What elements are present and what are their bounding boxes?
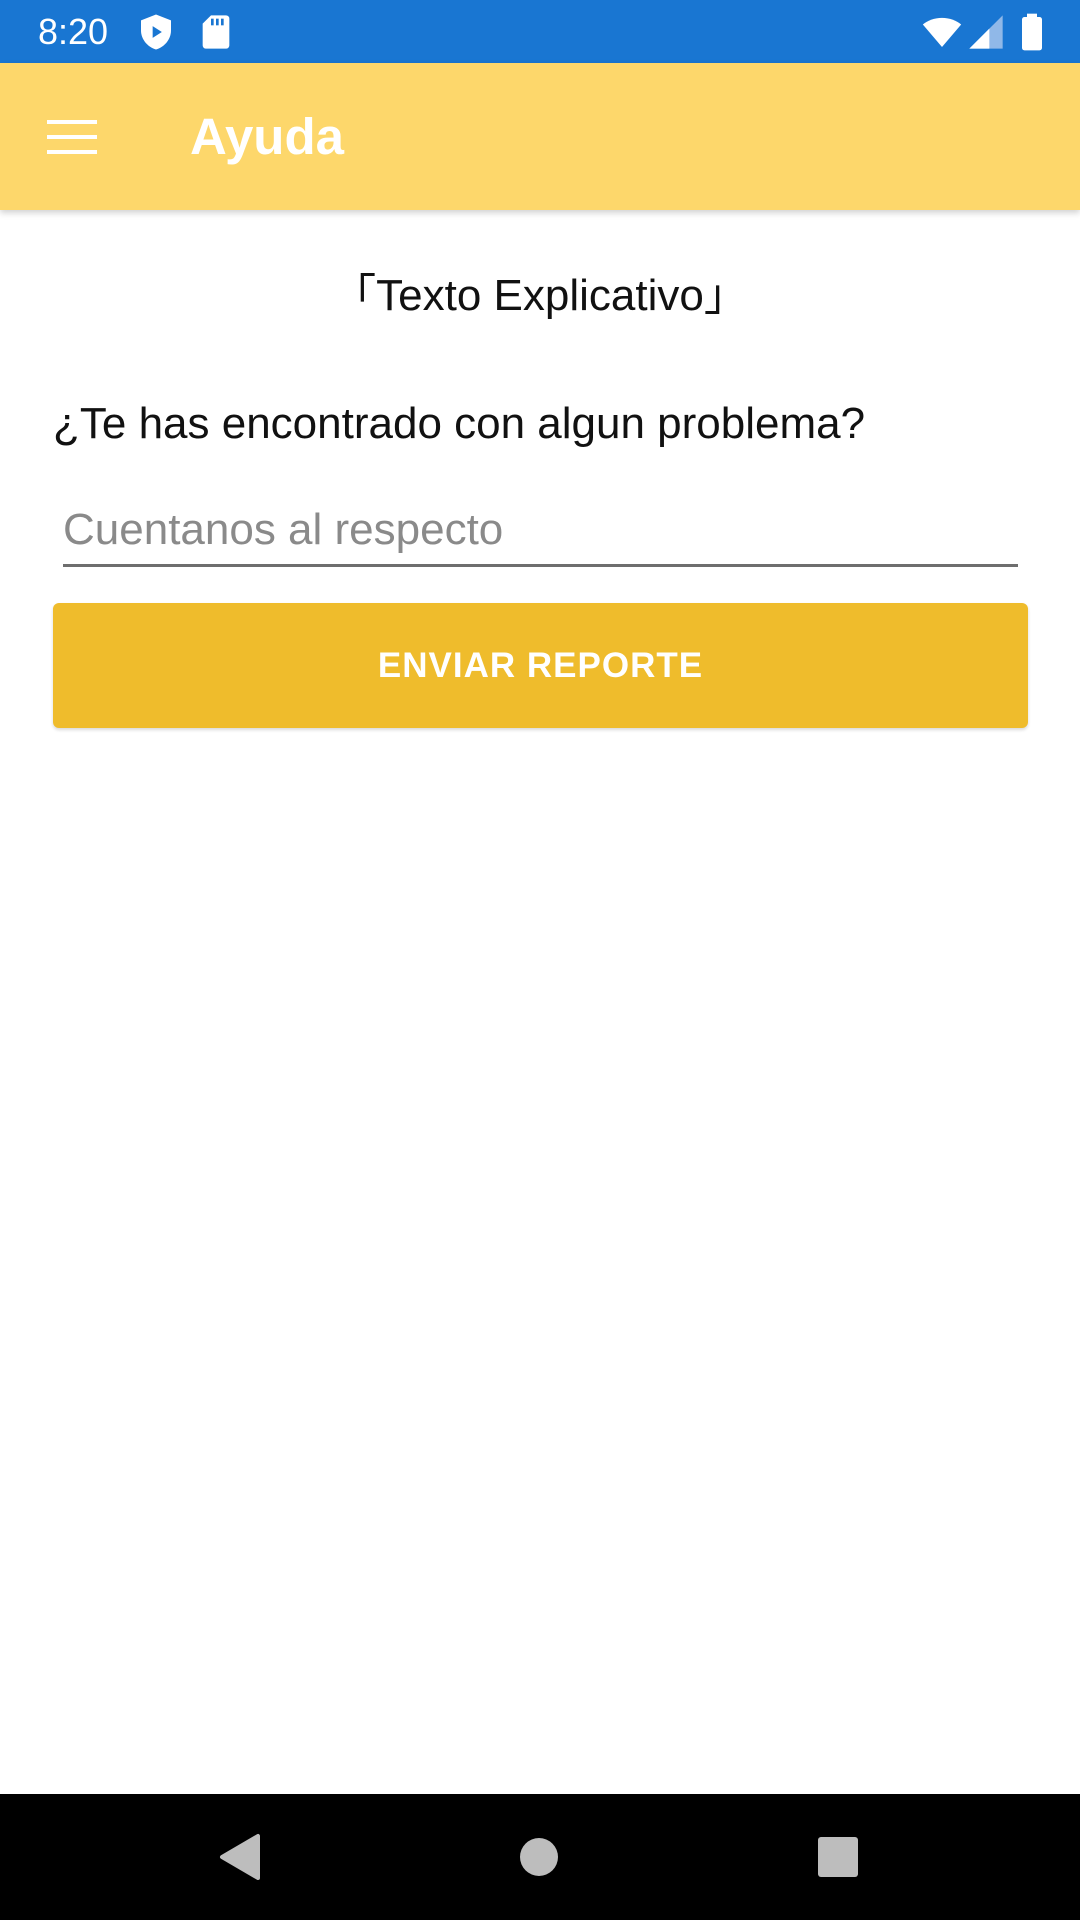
recents-button[interactable] (803, 1822, 873, 1892)
send-report-button[interactable]: ENVIAR REPORTE (53, 603, 1028, 728)
question-label: ¿Te has encontrado con algun problema? (53, 399, 866, 448)
help-content: 「Texto Explicativo」 ¿Te has encontrado c… (0, 210, 1080, 1794)
battery-icon (1012, 12, 1052, 52)
navigation-bar (0, 1794, 1080, 1920)
home-button[interactable] (504, 1822, 574, 1892)
home-icon (520, 1838, 558, 1876)
back-button[interactable] (204, 1822, 274, 1892)
back-icon (220, 1834, 260, 1880)
help-screen: 8:20 Ayuda 「Texto Explicativo」 ¿Te has e… (0, 0, 1080, 1920)
shield-play-icon (136, 12, 176, 52)
page-title: Ayuda (190, 108, 344, 165)
status-bar: 8:20 (0, 0, 1080, 63)
cell-signal-icon (966, 12, 1006, 52)
app-bar: Ayuda (0, 63, 1080, 210)
wifi-icon (922, 12, 962, 52)
sd-card-icon (196, 12, 236, 52)
hamburger-menu-icon (47, 120, 97, 154)
explain-text: 「Texto Explicativo」 (332, 271, 748, 320)
recents-icon (818, 1837, 858, 1877)
menu-button[interactable] (32, 101, 112, 173)
report-input[interactable] (63, 496, 1018, 567)
status-time: 8:20 (38, 11, 109, 52)
